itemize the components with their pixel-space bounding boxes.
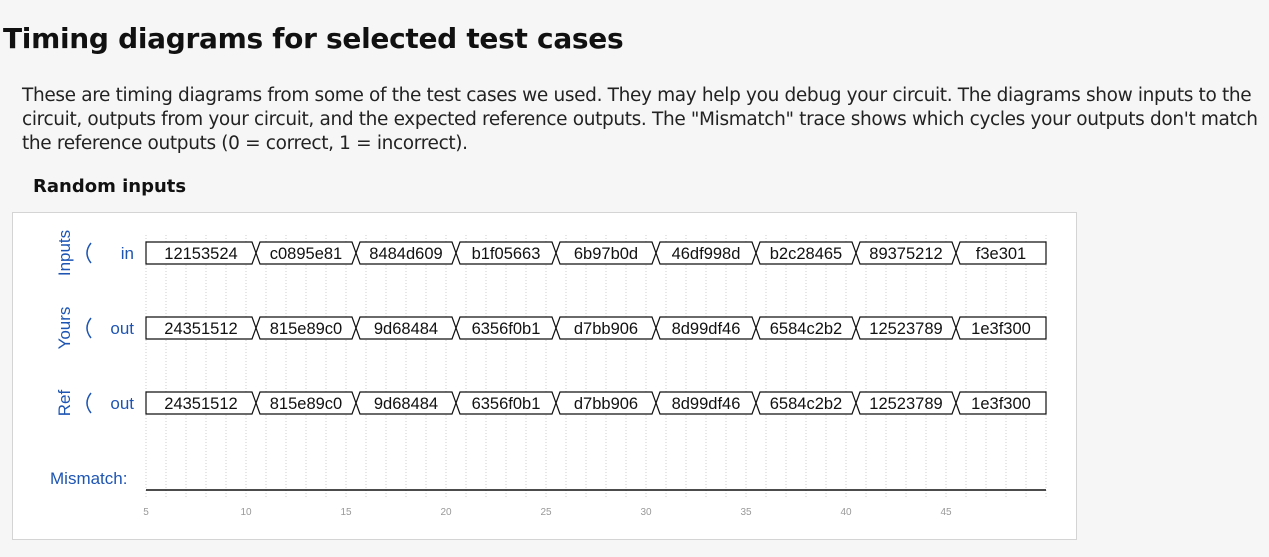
bus-value: 6b97b0d — [574, 245, 638, 263]
bus-value: b2c28465 — [770, 245, 843, 263]
tick-label: 15 — [340, 507, 352, 518]
signal-label-out: out — [110, 394, 134, 413]
bus-value: d7bb906 — [574, 395, 638, 413]
tick-label: 25 — [540, 507, 552, 518]
group-label-yours: Yours — [55, 307, 74, 350]
bus-value: 12523789 — [869, 320, 942, 338]
bus-value: 12153524 — [164, 245, 237, 263]
group-bracket — [86, 317, 92, 339]
bus-value: 8d99df46 — [672, 320, 741, 338]
bus-value: b1f05663 — [472, 245, 541, 263]
tick-label: 35 — [740, 507, 752, 518]
group-bracket — [86, 392, 92, 414]
signal-label-out: out — [110, 319, 134, 338]
tick-label: 40 — [840, 507, 852, 518]
bus-value: 815e89c0 — [270, 395, 343, 413]
bus-value: 1e3f300 — [971, 320, 1031, 338]
tick-label: 10 — [240, 507, 252, 518]
bus-value: 9d68484 — [374, 320, 438, 338]
bus-value: f3e301 — [976, 245, 1026, 263]
bus-value: 6584c2b2 — [770, 320, 843, 338]
group-bracket — [86, 242, 92, 264]
bus-value: 89375212 — [869, 245, 942, 263]
bus-value: 24351512 — [164, 395, 237, 413]
bus-value: 8484d609 — [369, 245, 442, 263]
section-title: Random inputs — [33, 176, 187, 197]
bus-value: d7bb906 — [574, 320, 638, 338]
page-title: Timing diagrams for selected test cases — [3, 22, 624, 55]
group-label-inputs: Inputs — [55, 230, 74, 276]
intro-paragraph: These are timing diagrams from some of t… — [22, 85, 1258, 154]
bus-value: c0895e81 — [270, 245, 343, 263]
bus-value: 1e3f300 — [971, 395, 1031, 413]
timing-diagram: 5 10 15 20 25 30 35 40 45 Inputs in 12153524 c0895e8… — [12, 212, 1077, 540]
timing-diagram-svg: 5 10 15 20 25 30 35 40 45 Inputs in 12153524 c0895e8… — [50, 230, 1047, 518]
tick-label: 45 — [940, 507, 952, 518]
bus-value: 815e89c0 — [270, 320, 343, 338]
bus-value: 8d99df46 — [672, 395, 741, 413]
bus-value: 6356f0b1 — [472, 320, 541, 338]
signal-label-in: in — [121, 244, 134, 263]
bus-value: 24351512 — [164, 320, 237, 338]
bus-value: 46df998d — [672, 245, 741, 263]
tick-label: 30 — [640, 507, 652, 518]
bus-value: 6356f0b1 — [472, 395, 541, 413]
mismatch-label: Mismatch: — [50, 469, 127, 488]
bus-value: 6584c2b2 — [770, 395, 843, 413]
bus-value: 9d68484 — [374, 395, 438, 413]
tick-label: 5 — [143, 507, 149, 518]
group-label-ref: Ref — [55, 390, 74, 417]
tick-label: 20 — [440, 507, 452, 518]
bus-value: 12523789 — [869, 395, 942, 413]
